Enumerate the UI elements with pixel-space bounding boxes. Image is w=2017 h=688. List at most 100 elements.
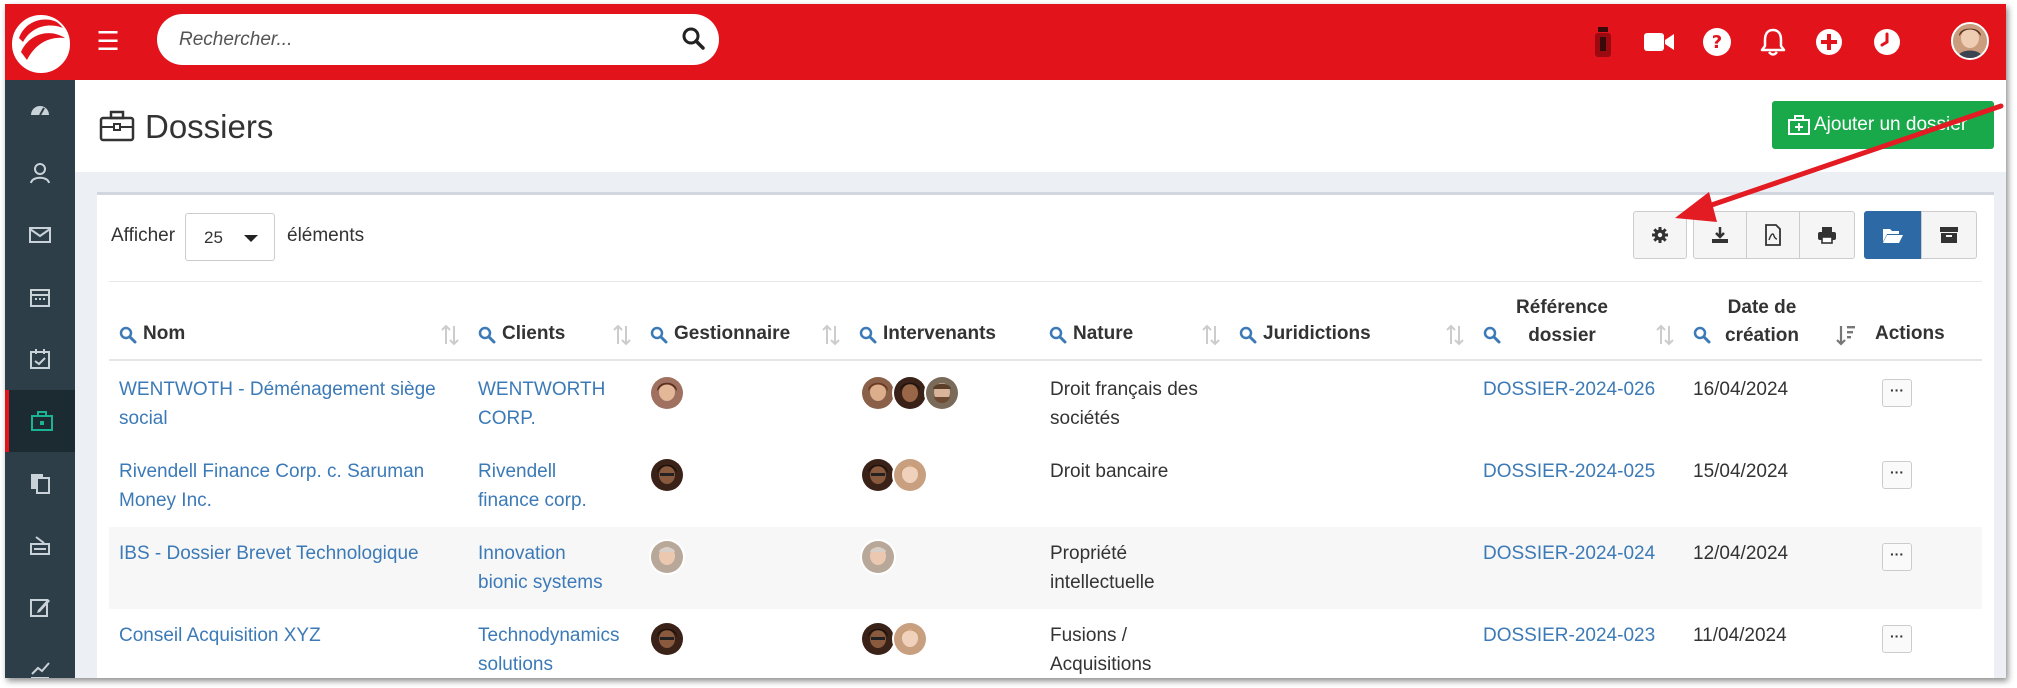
column-label: Référence dossier [1516,297,1608,346]
sidebar-item-dashboard[interactable] [5,80,75,142]
global-search [157,14,719,65]
column-header-date[interactable]: Date de création [1683,282,1863,362]
archived-dossiers-toggle[interactable] [1921,211,1977,259]
help-icon[interactable]: ? [1699,24,1735,60]
contacts-icon [30,163,50,184]
sidebar-item-calendar[interactable] [5,266,75,328]
documents-icon [31,474,50,494]
add-dossier-button[interactable]: Ajouter un dossier [1772,101,1994,149]
sort-icon[interactable] [440,324,460,346]
row-actions-button[interactable]: ··· [1882,543,1912,571]
search-input[interactable] [179,27,659,53]
reference-link[interactable]: DOSSIER-2024-024 [1483,539,1673,568]
manager-avatar[interactable] [649,621,685,657]
manager-avatar[interactable] [649,539,685,575]
reference-link[interactable]: DOSSIER-2024-025 [1483,457,1673,486]
sidebar-item-contacts[interactable] [5,142,75,204]
dossier-name-link[interactable]: Conseil Acquisition XYZ [119,621,449,650]
sort-icon[interactable] [612,324,632,346]
print-button[interactable] [1799,211,1855,259]
user-avatar[interactable] [1951,22,1989,60]
participant-avatar[interactable] [860,539,896,575]
column-header-nature[interactable]: Nature [1039,282,1229,362]
active-dossiers-toggle[interactable] [1864,211,1922,259]
table-row[interactable]: Rivendell Finance Corp. c. Saruman Money… [109,445,1982,527]
app-logo[interactable] [9,8,73,76]
row-actions-button[interactable]: ··· [1882,625,1912,653]
dossier-name-link[interactable]: IBS - Dossier Brevet Technologique [119,539,449,568]
participant-avatar[interactable] [860,457,896,493]
search-icon[interactable] [1483,326,1501,344]
add-circle-icon[interactable] [1811,24,1847,60]
column-header-reference[interactable]: Référence dossier [1473,282,1683,362]
sort-desc-icon[interactable] [1835,324,1855,346]
timer-icon[interactable] [1585,24,1621,60]
video-icon[interactable] [1641,24,1677,60]
sidebar-item-billing[interactable] [5,514,75,576]
search-icon[interactable] [1049,326,1067,344]
sort-icon[interactable] [1201,324,1221,346]
sort-icon[interactable] [821,324,841,346]
sidebar-item-notes[interactable] [5,576,75,638]
column-header-juridictions[interactable]: Juridictions [1229,282,1473,362]
column-header-intervenants[interactable]: Intervenants [849,282,1039,362]
clock-icon[interactable] [1869,24,1905,60]
calendar-check-icon [30,349,50,369]
client-link[interactable]: Innovation bionic systems [478,539,618,597]
pdf-file-icon [1765,224,1781,246]
sort-icon[interactable] [1655,324,1675,346]
table-row[interactable]: IBS - Dossier Brevet Technologique Innov… [109,527,1982,609]
archive-icon [1940,227,1958,243]
search-icon[interactable] [119,326,137,344]
edit-icon [30,599,50,617]
page-size-select[interactable]: 25 [185,213,275,261]
participant-avatar[interactable] [860,375,896,411]
participant-avatar[interactable] [892,375,928,411]
bell-icon[interactable] [1755,24,1791,60]
table-row[interactable]: Conseil Acquisition XYZ Technodynamics s… [109,609,1982,678]
dashboard-icon [31,106,49,116]
search-icon[interactable] [650,326,668,344]
reference-link[interactable]: DOSSIER-2024-026 [1483,375,1673,404]
sort-icon[interactable] [1445,324,1465,346]
participant-avatar[interactable] [860,621,896,657]
manager-avatar[interactable] [649,375,685,411]
column-settings-button[interactable] [1633,211,1687,259]
reference-link[interactable]: DOSSIER-2024-023 [1483,621,1673,650]
participant-avatar[interactable] [892,621,928,657]
briefcase-icon [31,411,53,431]
search-icon[interactable] [859,326,877,344]
search-icon[interactable] [1239,326,1257,344]
export-pdf-button[interactable] [1746,211,1800,259]
column-header-actions: Actions [1863,282,1982,362]
search-icon[interactable] [478,326,496,344]
gear-icon [1652,227,1668,243]
sidebar-item-dossiers[interactable] [5,390,75,452]
sidebar-item-tasks[interactable] [5,328,75,390]
sidebar-item-reports[interactable] [5,638,75,678]
manager-avatar[interactable] [649,457,685,493]
column-header-nom[interactable]: Nom [109,282,468,362]
participant-avatar[interactable] [892,457,928,493]
client-link[interactable]: WENTWORTH CORP. [478,375,618,433]
client-link[interactable]: Technodynamics solutions [478,621,620,678]
dossier-name-link[interactable]: Rivendell Finance Corp. c. Saruman Money… [119,457,449,515]
row-actions-button[interactable]: ··· [1882,379,1912,407]
row-actions-button[interactable]: ··· [1882,461,1912,489]
sidebar-item-documents[interactable] [5,452,75,514]
participant-avatar[interactable] [924,375,960,411]
export-download-button[interactable] [1693,211,1747,259]
search-icon[interactable] [1693,326,1711,344]
column-header-gestionnaire[interactable]: Gestionnaire [640,282,849,362]
dossier-name-link[interactable]: WENTWOTH - Déménagement siège social [119,375,449,433]
sidebar-item-mail[interactable] [5,204,75,266]
chart-icon [31,662,50,678]
add-dossier-label: Ajouter un dossier [1814,114,1968,135]
page-header: Dossiers Ajouter un dossier [75,80,2006,172]
column-header-clients[interactable]: Clients [468,282,640,362]
nature-text: Droit bancaire [1050,461,1169,482]
menu-toggle-icon[interactable]: ☰ [93,24,123,58]
client-link[interactable]: Rivendell finance corp. [478,457,618,515]
search-icon[interactable] [679,24,709,54]
table-row[interactable]: WENTWOTH - Déménagement siège social WEN… [109,363,1982,445]
